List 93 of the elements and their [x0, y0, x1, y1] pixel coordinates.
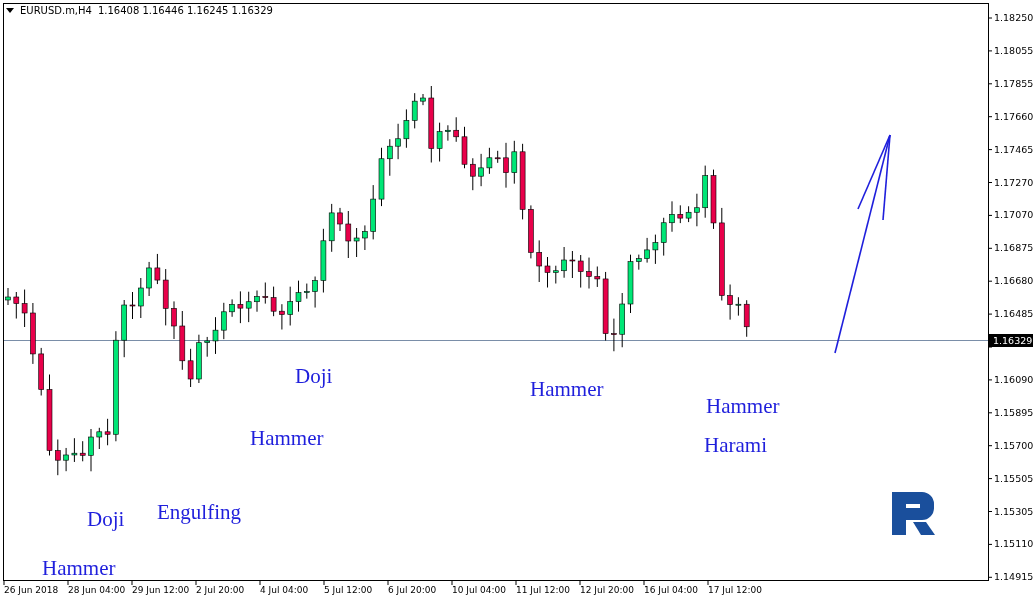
candlestick [337, 207, 343, 232]
pattern-label: Hammer [250, 426, 324, 450]
candlestick [627, 254, 634, 314]
candlestick [387, 138, 393, 177]
time-label: 2 Jul 20:00 [196, 584, 245, 597]
candlestick [636, 254, 642, 271]
candlestick [478, 153, 484, 187]
logo-icon [892, 492, 935, 535]
candlestick [88, 428, 94, 472]
time-label: 6 Jul 20:00 [388, 584, 437, 597]
candlestick [138, 277, 144, 319]
price-label: 1.16680 [994, 274, 1033, 289]
price-label: 1.15305 [994, 504, 1033, 519]
price-label: 1.18055 [994, 43, 1033, 58]
pattern-label: Hammer [530, 377, 604, 401]
candlestick [30, 302, 36, 365]
pattern-label: Hammer [706, 394, 780, 418]
candlestick [5, 287, 11, 306]
pattern-label: Doji [87, 507, 125, 531]
time-label: 12 Jul 20:00 [580, 584, 634, 597]
candlestick [420, 93, 426, 106]
candlestick [312, 276, 318, 309]
candlestick [694, 193, 700, 227]
candlestick [544, 256, 551, 288]
candlestick [536, 239, 542, 283]
candlestick [669, 200, 675, 233]
candlestick [445, 124, 451, 142]
ohlc-values: 1.16408 1.16446 1.16245 1.16329 [97, 5, 273, 16]
candlestick [229, 298, 235, 318]
time-label: 4 Jul 04:00 [260, 584, 309, 597]
candlestick [470, 157, 476, 191]
candlestick [279, 303, 285, 330]
candlestick [171, 300, 177, 340]
price-label: 1.17855 [994, 76, 1033, 91]
time-label: 26 Jun 2018 [4, 584, 59, 597]
candlestick [370, 184, 376, 240]
price-label: 1.17070 [994, 208, 1033, 223]
candlestick [528, 204, 534, 259]
dropdown-caret-icon[interactable] [6, 8, 14, 13]
pattern-label: Harami [704, 433, 767, 457]
candlestick [254, 290, 260, 313]
price-label: 1.15505 [994, 471, 1033, 486]
price-label: 1.17465 [994, 142, 1033, 157]
price-label: 1.15700 [994, 438, 1033, 453]
candlestick [362, 224, 368, 251]
candlestick [304, 283, 310, 300]
price-label: 1.16485 [994, 307, 1033, 322]
candlestick [63, 447, 69, 472]
price-label: 1.17660 [994, 109, 1033, 124]
candlestick [121, 299, 127, 358]
candlestick [710, 169, 717, 230]
pattern-label: Doji [295, 364, 333, 388]
candlestick [129, 291, 136, 320]
candlestick [619, 292, 625, 348]
candlestick [503, 142, 509, 189]
candlestick [727, 284, 733, 321]
price-label: 1.15895 [994, 405, 1033, 420]
pattern-label: Engulfing [157, 500, 241, 524]
time-label: 29 Jun 12:00 [132, 584, 190, 597]
candlestick [553, 265, 559, 284]
candlestick [295, 280, 302, 313]
time-label: 5 Jul 12:00 [324, 584, 373, 597]
price-label: 1.14915 [994, 570, 1033, 585]
candlestick [55, 439, 61, 476]
time-label: 17 Jul 12:00 [708, 584, 762, 597]
candlestick [38, 347, 44, 396]
candlestick [378, 147, 385, 207]
pattern-label: Hammer [42, 556, 116, 580]
time-label: 28 Jun 04:00 [68, 584, 126, 597]
candlestick [212, 316, 219, 355]
price-label: 1.17270 [994, 175, 1033, 190]
candlestick [453, 116, 459, 143]
current-price-marker: 1.16329 [989, 334, 1033, 347]
price-label: 1.18250 [994, 11, 1033, 25]
candlestick [204, 336, 210, 358]
candlestick [561, 246, 567, 279]
candlestick [702, 165, 708, 219]
price-label: 1.16090 [994, 372, 1033, 387]
candlestick [395, 123, 401, 160]
candlestick [586, 257, 592, 289]
time-label: 10 Jul 04:00 [452, 584, 506, 597]
candlestick [221, 302, 227, 340]
candlestick [287, 286, 293, 326]
price-label: 1.16875 [994, 241, 1033, 256]
symbol-label: EURUSD.m,H4 [20, 5, 92, 16]
time-label: 16 Jul 04:00 [644, 584, 698, 597]
candlestick [196, 334, 202, 384]
candlestick [146, 261, 152, 297]
price-label: 1.15110 [994, 537, 1033, 552]
candlestick [644, 237, 650, 264]
time-label: 11 Jul 12:00 [516, 584, 570, 597]
candlestick [611, 318, 617, 352]
candlestick [461, 126, 468, 169]
